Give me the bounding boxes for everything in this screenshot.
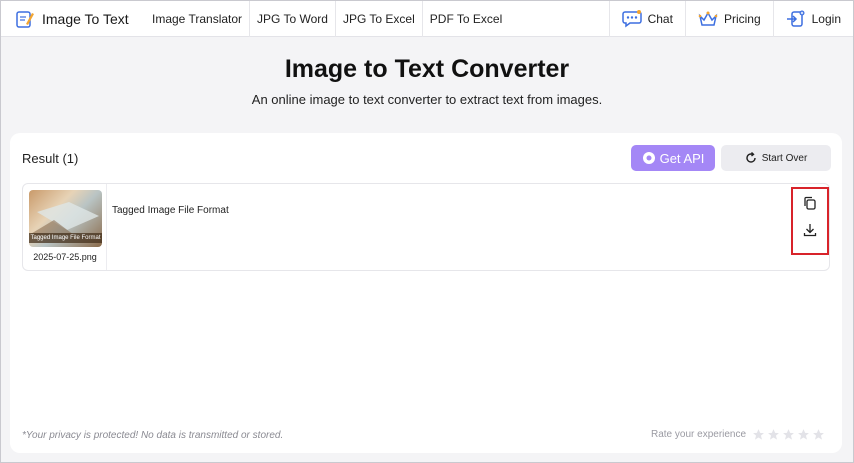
nav-jpg-to-word[interactable]: JPG To Word [250, 0, 336, 37]
nav-jpg-to-excel[interactable]: JPG To Excel [336, 0, 423, 37]
file-name: 2025-07-25.png [33, 252, 97, 262]
brand-link[interactable]: Image To Text [15, 9, 145, 29]
start-over-label: Start Over [761, 152, 808, 164]
rating-widget: Rate your experience [651, 428, 827, 441]
api-gear-icon [642, 152, 655, 164]
star-icon[interactable] [797, 428, 810, 441]
chat-button[interactable]: Chat [608, 1, 685, 37]
nav-image-translator[interactable]: Image Translator [145, 0, 251, 37]
login-label: Login [811, 12, 841, 26]
start-over-button[interactable]: Start Over [721, 145, 831, 171]
top-nav: Image To Text Image Translator JPG To Wo… [1, 0, 853, 37]
crown-icon [698, 11, 718, 26]
get-api-button[interactable]: Get API [631, 145, 715, 171]
page-title: Image to Text Converter [284, 55, 570, 83]
star-icon[interactable] [782, 428, 795, 441]
result-actions [791, 187, 829, 255]
image-thumbnail[interactable]: Tagged Image File Format [29, 190, 102, 247]
pricing-label: Pricing [723, 12, 761, 26]
star-icon[interactable] [812, 428, 825, 441]
page-subtitle: An online image to text converter to ext… [251, 92, 603, 107]
nav-links: Image Translator JPG To Word JPG To Exce… [145, 0, 509, 37]
rate-label: Rate your experience [651, 429, 747, 440]
edit-document-icon [16, 10, 34, 28]
refresh-icon [746, 152, 756, 163]
copy-button[interactable] [801, 194, 819, 212]
nav-right: Chat Pricing Login [608, 1, 853, 37]
star-icon[interactable] [752, 428, 765, 441]
chat-icon [621, 10, 642, 28]
get-api-label: Get API [659, 150, 705, 166]
download-button[interactable] [801, 221, 819, 239]
result-panel: Result (1) Get API Start Over Tagged Ima… [10, 133, 842, 453]
result-title: Result (1) [22, 151, 79, 166]
pricing-button[interactable]: Pricing [684, 1, 773, 37]
login-button[interactable]: Login [772, 1, 853, 37]
login-icon [786, 10, 805, 27]
extracted-text: Tagged Image File Format [112, 205, 229, 216]
chat-label: Chat [647, 12, 673, 26]
thumbnail-column: Tagged Image File Format 2025-07-25.png [23, 184, 107, 270]
brand-name: Image To Text [42, 10, 129, 27]
star-icon[interactable] [767, 428, 780, 441]
nav-pdf-to-excel[interactable]: PDF To Excel [423, 1, 509, 37]
copy-icon [804, 196, 816, 210]
thumbnail-caption: Tagged Image File Format [29, 233, 102, 243]
result-item: Tagged Image File Format 2025-07-25.png … [22, 183, 830, 271]
download-icon [803, 224, 817, 237]
privacy-note: *Your privacy is protected! No data is t… [22, 430, 284, 441]
